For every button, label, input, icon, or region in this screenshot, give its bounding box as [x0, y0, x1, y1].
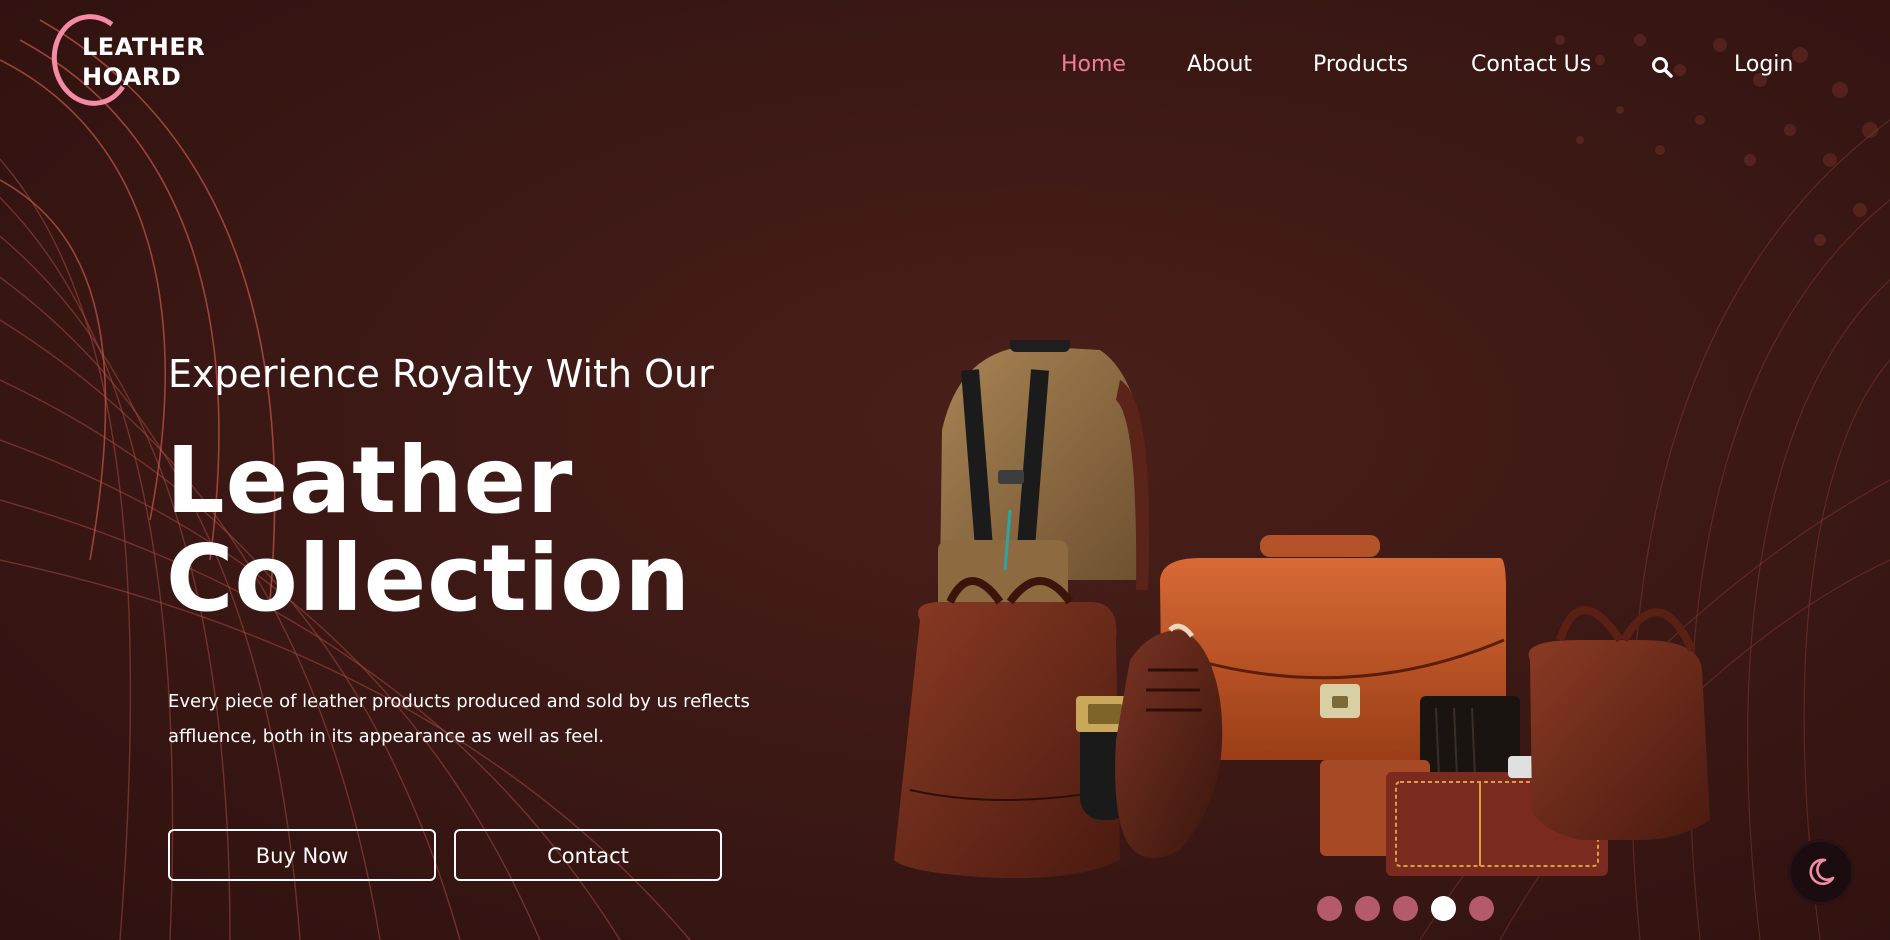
slider-dot-3[interactable] — [1393, 896, 1418, 921]
leather-products-image — [894, 340, 1710, 879]
hero-title-line-1: Leather — [166, 427, 574, 534]
shoe-illustration — [1115, 623, 1223, 858]
search-icon[interactable] — [1651, 56, 1673, 78]
slider-dot-4[interactable] — [1431, 896, 1456, 921]
hero-page: LEATHER HOARD Home About Products Contac… — [0, 0, 1890, 940]
nav-item-login[interactable]: Login — [1734, 48, 1793, 82]
nav-item-home[interactable]: Home — [1061, 48, 1126, 82]
contact-button[interactable]: Contact — [454, 829, 722, 881]
theme-toggle-button[interactable] — [1791, 842, 1851, 902]
slider-dot-1[interactable] — [1317, 896, 1342, 921]
main-nav: Home About Products Contact Us Login — [0, 48, 1890, 82]
nav-item-contact-us[interactable]: Contact Us — [1471, 48, 1591, 82]
slider-dot-2[interactable] — [1355, 896, 1380, 921]
hero-title: Leather Collection — [166, 432, 691, 628]
hero-title-line-2: Collection — [166, 525, 691, 632]
nav-item-products[interactable]: Products — [1313, 48, 1408, 82]
slider-dot-5[interactable] — [1469, 896, 1494, 921]
moon-icon — [1809, 858, 1835, 886]
buy-now-button[interactable]: Buy Now — [168, 829, 436, 881]
nav-item-about[interactable]: About — [1187, 48, 1252, 82]
handbag-illustration — [1528, 606, 1710, 840]
hero-description: Every piece of leather products produced… — [168, 691, 750, 747]
hero-subtitle: Experience Royalty With Our — [168, 352, 714, 396]
